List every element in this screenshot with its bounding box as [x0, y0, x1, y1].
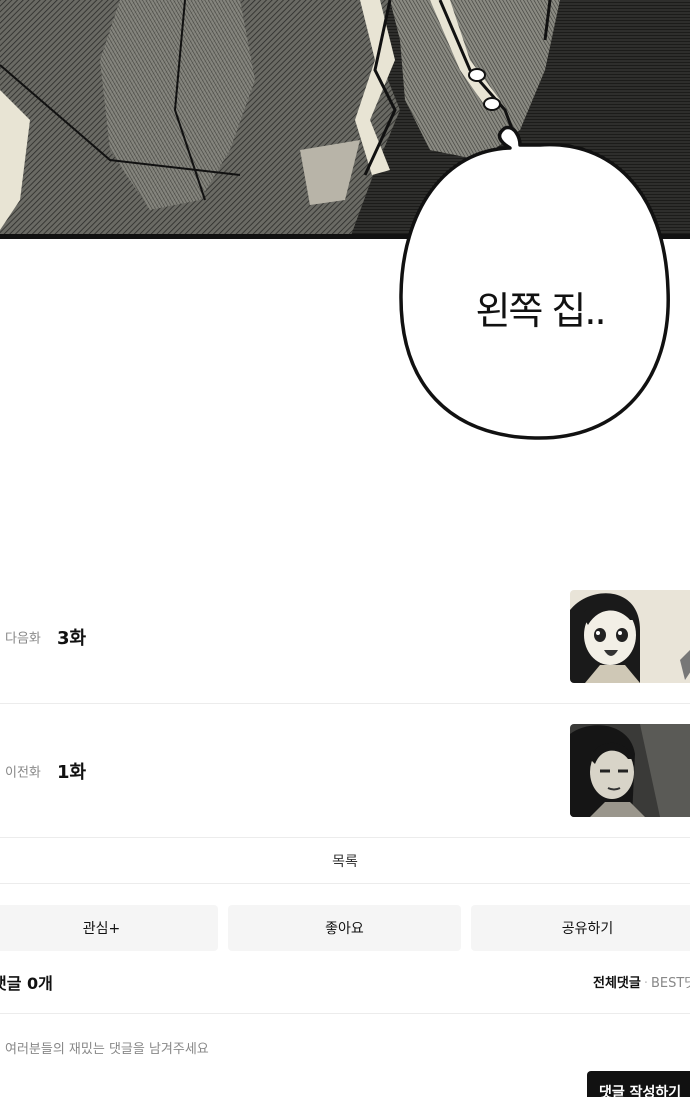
subscribe-button[interactable]: 관심+ — [0, 905, 218, 951]
next-episode-row[interactable]: 다음화 3화 — [0, 570, 690, 704]
next-episode-kind: 다음화 — [5, 631, 41, 646]
girl-looking-away-thumbnail-icon — [570, 724, 690, 817]
tab-best-comments[interactable]: BEST댓글 — [651, 976, 690, 991]
like-button[interactable]: 좋아요 — [228, 905, 461, 951]
share-button[interactable]: 공유하기 — [471, 905, 690, 951]
comment-sort-tabs: 전체댓글·BEST댓글 — [593, 972, 690, 991]
prev-episode-kind: 이전화 — [5, 765, 41, 780]
next-episode-title: 3화 — [57, 627, 87, 649]
tab-separator: · — [643, 976, 648, 991]
speech-bubble-text: 왼쪽 집.. — [475, 289, 606, 333]
tab-all-comments[interactable]: 전체댓글 — [593, 976, 641, 991]
prev-episode-title: 1화 — [57, 761, 87, 783]
next-episode-thumbnail — [570, 590, 690, 683]
write-comment-button[interactable]: 댓글 작성하기 — [587, 1071, 690, 1097]
comments-header: 댓글 0개 전체댓글·BEST댓글 — [0, 962, 690, 1014]
comment-count: 댓글 0개 — [0, 974, 53, 993]
girl-smiling-thumbnail-icon — [570, 590, 690, 683]
comment-input[interactable]: 여러분들의 재밌는 댓글을 남겨주세요 — [5, 1038, 209, 1057]
episode-list-button[interactable]: 목록 — [0, 838, 690, 884]
prev-episode-thumbnail — [570, 724, 690, 817]
prev-episode-row[interactable]: 이전화 1화 — [0, 704, 690, 838]
comic-panel: 왼쪽 집.. — [0, 0, 690, 560]
